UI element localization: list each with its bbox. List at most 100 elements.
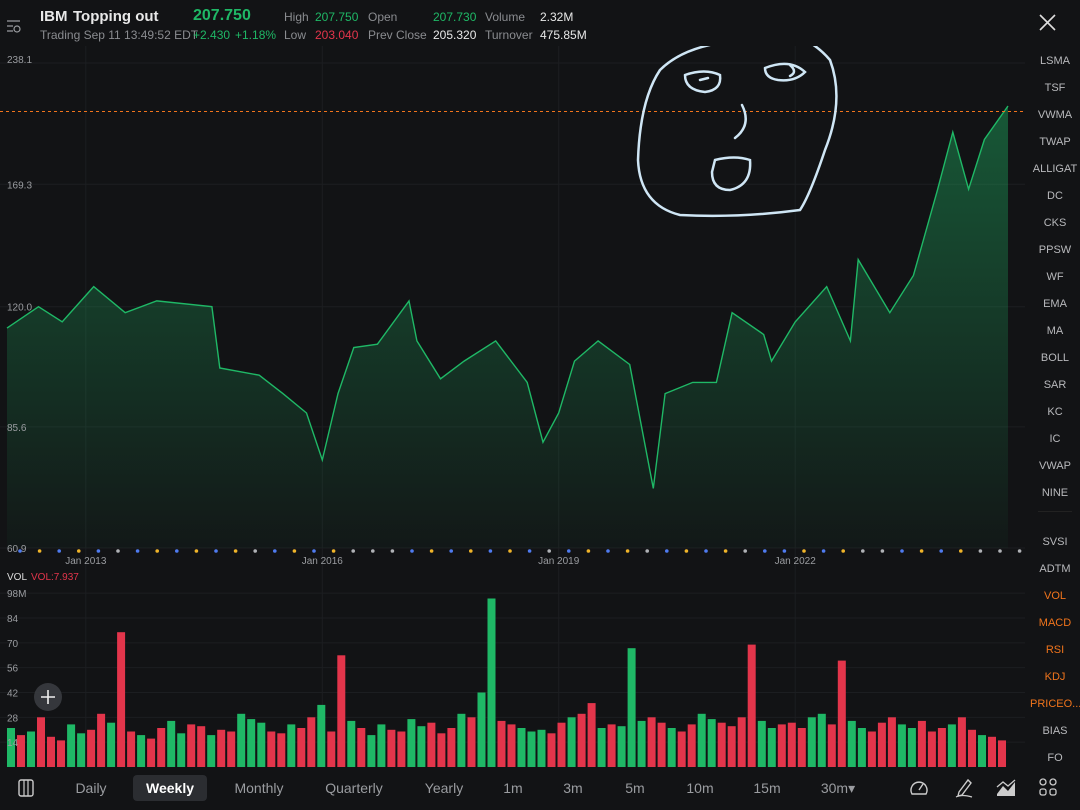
speedometer-icon[interactable] <box>909 778 929 798</box>
indicator-wf[interactable]: WF <box>1030 264 1080 291</box>
indicator-adtm[interactable]: ADTM <box>1030 556 1080 583</box>
timeframe-15m[interactable]: 15m <box>749 775 785 801</box>
event-marker[interactable] <box>488 549 493 553</box>
volume-bar <box>237 713 246 767</box>
timeframe-30m[interactable]: 30m▾ <box>818 775 858 801</box>
event-marker[interactable] <box>351 549 356 553</box>
event-marker[interactable] <box>704 549 708 553</box>
chart-type-icon[interactable] <box>996 779 1016 797</box>
timeframe-1m[interactable]: 1m <box>498 775 528 801</box>
volume-bar <box>837 660 846 767</box>
event-marker[interactable] <box>253 549 257 553</box>
indicator-macd[interactable]: MACD <box>1030 610 1080 637</box>
event-marker[interactable] <box>802 549 806 553</box>
event-marker[interactable] <box>175 549 179 553</box>
indicator-cks[interactable]: CKS <box>1030 210 1080 237</box>
event-marker[interactable] <box>763 549 767 553</box>
event-marker[interactable] <box>567 549 571 553</box>
timeframe-monthly[interactable]: Monthly <box>229 775 289 801</box>
event-marker[interactable] <box>77 549 81 553</box>
indicator-boll[interactable]: BOLL <box>1030 345 1080 372</box>
event-marker[interactable] <box>821 549 826 553</box>
event-marker[interactable] <box>292 549 297 553</box>
event-marker[interactable] <box>449 549 454 553</box>
indicator-dc[interactable]: DC <box>1030 183 1080 210</box>
indicator-ppsw[interactable]: PPSW <box>1030 237 1080 264</box>
timeframe-yearly[interactable]: Yearly <box>419 775 469 801</box>
event-marker[interactable] <box>625 549 630 553</box>
event-marker[interactable] <box>998 549 1002 553</box>
event-marker[interactable] <box>116 549 120 553</box>
event-marker[interactable] <box>214 549 218 553</box>
close-icon[interactable] <box>1039 14 1056 31</box>
indicator-ic[interactable]: IC <box>1030 426 1080 453</box>
indicator-svsi[interactable]: SVSI <box>1030 529 1080 556</box>
event-marker[interactable] <box>312 549 316 553</box>
event-marker[interactable] <box>743 549 747 553</box>
event-marker[interactable] <box>900 549 904 553</box>
timeframe-quarterly[interactable]: Quarterly <box>316 775 392 801</box>
draw-pen-icon[interactable] <box>954 777 974 799</box>
event-marker[interactable] <box>919 549 924 553</box>
event-marker[interactable] <box>233 549 238 553</box>
event-marker[interactable] <box>782 549 787 553</box>
indicator-nine[interactable]: NINE <box>1030 480 1080 507</box>
event-marker[interactable] <box>155 549 159 553</box>
indicator-lsma[interactable]: LSMA <box>1030 48 1080 75</box>
timeframe-10m[interactable]: 10m <box>682 775 718 801</box>
indicator-alligat[interactable]: ALLIGAT <box>1030 156 1080 183</box>
symbol: IBM <box>40 8 68 25</box>
event-marker[interactable] <box>841 549 845 553</box>
more-grid-icon[interactable] <box>1039 778 1057 796</box>
event-marker[interactable] <box>96 549 101 553</box>
event-marker[interactable] <box>469 549 473 553</box>
event-marker[interactable] <box>723 549 728 553</box>
timeframe-5m[interactable]: 5m <box>620 775 650 801</box>
indicator-rsi[interactable]: RSI <box>1030 637 1080 664</box>
indicator-tsf[interactable]: TSF <box>1030 75 1080 102</box>
event-marker[interactable] <box>390 549 395 553</box>
indicator-kc[interactable]: KC <box>1030 399 1080 426</box>
event-marker[interactable] <box>547 549 551 553</box>
price-chart[interactable]: 238.1 169.3 120.0 85.6 60.9 Jan 2013 Jan 2016 J… <box>0 46 1025 767</box>
indicator-bias[interactable]: BIAS <box>1030 718 1080 745</box>
indicator-vol[interactable]: VOL <box>1030 583 1080 610</box>
event-marker[interactable] <box>429 549 434 553</box>
event-marker[interactable] <box>939 549 943 553</box>
indicator-ma[interactable]: MA <box>1030 318 1080 345</box>
event-marker[interactable] <box>57 549 61 553</box>
event-marker[interactable] <box>645 549 649 553</box>
timeframe-3m[interactable]: 3m <box>558 775 588 801</box>
add-drawing-button[interactable] <box>34 683 62 711</box>
menu-search-icon[interactable] <box>6 18 22 34</box>
timeframe-weekly[interactable]: Weekly <box>133 775 207 801</box>
event-marker[interactable] <box>135 549 140 553</box>
event-marker[interactable] <box>880 549 885 553</box>
event-marker[interactable] <box>861 549 865 553</box>
event-marker[interactable] <box>18 549 22 553</box>
indicator-twap[interactable]: TWAP <box>1030 129 1080 156</box>
indicator-vwma[interactable]: VWMA <box>1030 102 1080 129</box>
indicator-vwap[interactable]: VWAP <box>1030 453 1080 480</box>
event-marker[interactable] <box>606 549 610 553</box>
indicator-priceo[interactable]: PRICEO... <box>1030 691 1080 718</box>
event-marker[interactable] <box>527 549 532 553</box>
event-marker[interactable] <box>194 549 199 553</box>
event-marker[interactable] <box>331 549 336 553</box>
event-marker[interactable] <box>371 549 375 553</box>
event-marker[interactable] <box>586 549 591 553</box>
indicator-sar[interactable]: SAR <box>1030 372 1080 399</box>
event-marker[interactable] <box>959 549 963 553</box>
event-marker[interactable] <box>978 549 983 553</box>
indicator-kdj[interactable]: KDJ <box>1030 664 1080 691</box>
event-marker[interactable] <box>410 549 414 553</box>
event-marker[interactable] <box>665 549 669 553</box>
event-marker[interactable] <box>1017 549 1022 553</box>
event-marker[interactable] <box>684 549 689 553</box>
event-marker[interactable] <box>508 549 512 553</box>
timeframe-daily[interactable]: Daily <box>66 775 116 801</box>
layout-toggle-icon[interactable] <box>18 779 34 797</box>
indicator-ema[interactable]: EMA <box>1030 291 1080 318</box>
event-marker[interactable] <box>273 549 277 553</box>
event-marker[interactable] <box>37 549 42 553</box>
